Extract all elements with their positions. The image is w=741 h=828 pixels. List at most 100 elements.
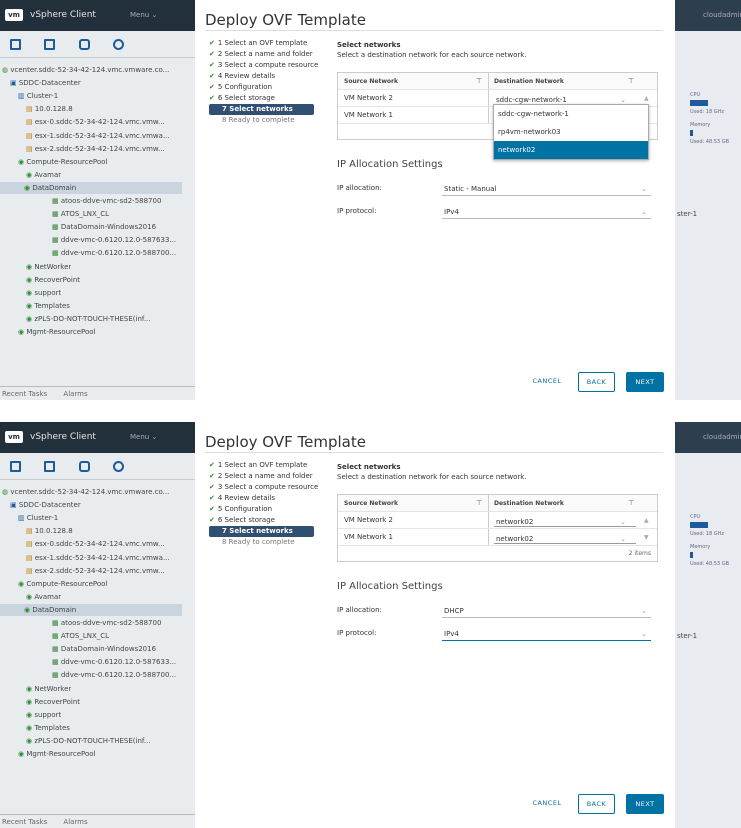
networking-icon[interactable] [113,461,124,472]
dropdown-option[interactable]: rp4vm-network03 [494,123,648,141]
back-button[interactable]: BACK [578,372,615,392]
tree-node[interactable]: ◉ RecoverPoint [26,274,80,286]
destination-network-header[interactable]: Destination Network [494,495,564,512]
scroll-down-icon[interactable]: ▼ [644,529,649,546]
tree-node[interactable]: ▤ esx-0.sddc-52-34-42-124.vmc.vmw... [26,538,165,550]
filter-icon[interactable]: ⊤ [628,73,634,90]
wizard-step-pending[interactable]: 8 Ready to complete [209,537,318,548]
wizard-step-done[interactable]: ✔ 6 Select storage [209,515,318,526]
tree-node[interactable]: ▦ DataDomain-Windows2016 [52,643,156,655]
dropdown-option[interactable]: sddc-cgw-network-1 [494,105,648,123]
tree-node[interactable]: ▤ esx-1.sddc-52-34-42-124.vmc.vmwa... [26,130,170,142]
tree-node[interactable]: ◉ Templates [26,722,70,734]
wizard-step-done[interactable]: ✔ 2 Select a name and folder [209,471,318,482]
wizard-step-done[interactable]: ✔ 5 Configuration [209,82,318,93]
cancel-button[interactable]: CANCEL [527,794,567,814]
dropdown-option[interactable]: network02 [494,141,648,159]
tree-node[interactable]: ▦ atoos-ddve-vmc-sd2-588700 [52,195,161,207]
wizard-step-done[interactable]: ✔ 3 Select a compute resource [209,60,318,71]
tree-node[interactable]: ▦ ddve-vmc-0.6120.12.0-587633... [52,234,176,246]
hosts-clusters-icon[interactable] [10,461,21,472]
table-row[interactable]: VM Network 2 network02 ⌄ ▲ [338,512,657,529]
tree-node[interactable]: ◍ vcenter.sddc-52-34-42-124.vmc.vmware.c… [2,486,169,498]
tree-node[interactable]: ◉ RecoverPoint [26,696,80,708]
tree-node[interactable]: ▦ DataDomain-Windows2016 [52,221,156,233]
tree-node[interactable]: ▦ ATOS_LNX_CL [52,630,109,642]
ip-protocol-select[interactable]: IPv4 ⌄ [442,627,651,641]
source-network-header[interactable]: Source Network [344,73,398,90]
cancel-button[interactable]: CANCEL [527,372,567,392]
back-button[interactable]: BACK [578,794,615,814]
ip-protocol-select[interactable]: IPv4 ⌄ [442,205,651,219]
wizard-step-pending[interactable]: 8 Ready to complete [209,115,318,126]
tree-node[interactable]: ▦ ATOS_LNX_CL [52,208,109,220]
filter-icon[interactable]: ⊤ [628,495,634,512]
menu-button[interactable]: Menu ⌄ [130,11,157,19]
recent-tasks-tab[interactable]: Recent Tasks [2,390,47,398]
tree-node[interactable]: ▤ 10.0.128.8 [26,103,73,115]
alarms-tab[interactable]: Alarms [63,390,87,398]
tree-node[interactable]: ◉ Compute-ResourcePool [18,578,107,590]
tree-node[interactable]: ▤ esx-0.sddc-52-34-42-124.vmc.vmw... [26,116,165,128]
wizard-step-done[interactable]: ✔ 3 Select a compute resource [209,482,318,493]
tree-node[interactable]: ◉ NetWorker [26,261,71,273]
tree-node[interactable]: ▥ Cluster-1 [18,90,58,102]
tree-node[interactable]: ▤ esx-2.sddc-52-34-42-124.vmc.vmw... [26,143,165,155]
tree-node[interactable]: ▣ SDDC-Datacenter [10,499,81,511]
tree-node[interactable]: ▣ SDDC-Datacenter [10,77,81,89]
wizard-step-current[interactable]: 7 Select networks [209,104,314,115]
tree-node[interactable]: ◉ Mgmt-ResourcePool [18,748,96,760]
vms-templates-icon[interactable] [44,461,55,472]
tree-node[interactable]: ▦ atoos-ddve-vmc-sd2-588700 [52,617,161,629]
destination-network-select[interactable]: network02 ⌄ [494,531,636,544]
tree-node[interactable]: ◉ Compute-ResourcePool [18,156,107,168]
tree-node[interactable]: ◉ zPLS-DO-NOT-TOUCH-THESE(inf... [26,735,151,747]
tree-node[interactable]: ◉ Avamar [26,169,61,181]
networking-icon[interactable] [113,39,124,50]
tree-node[interactable]: ▥ Cluster-1 [18,512,58,524]
destination-network-select[interactable]: network02 ⌄ [494,514,636,527]
tree-node[interactable]: ◉ support [26,709,61,721]
storage-icon[interactable] [79,39,90,50]
user-label[interactable]: cloudadmin [675,422,741,453]
destination-network-header[interactable]: Destination Network [494,73,564,90]
vms-templates-icon[interactable] [44,39,55,50]
wizard-step-done[interactable]: ✔ 1 Select an OVF template [209,460,318,471]
wizard-step-done[interactable]: ✔ 2 Select a name and folder [209,49,318,60]
user-label[interactable]: cloudadmin [675,0,741,31]
tree-node[interactable]: ◉ DataDomain [0,603,182,616]
source-network-header[interactable]: Source Network [344,495,398,512]
tree-node[interactable]: ◉ Avamar [26,591,61,603]
table-row[interactable]: VM Network 1 network02 ⌄ ▼ [338,529,657,546]
alarms-tab[interactable]: Alarms [63,818,87,826]
tree-node[interactable]: ▤ esx-2.sddc-52-34-42-124.vmc.vmw... [26,565,165,577]
wizard-step-done[interactable]: ✔ 6 Select storage [209,93,318,104]
tree-node[interactable]: ◉ zPLS-DO-NOT-TOUCH-THESE(inf... [26,313,151,325]
scroll-up-icon[interactable]: ▲ [644,512,649,529]
ip-allocation-select[interactable]: Static - Manual ⌄ [442,182,651,196]
tree-node[interactable]: ◉ Mgmt-ResourcePool [18,326,96,338]
wizard-step-current[interactable]: 7 Select networks [209,526,314,537]
tree-node[interactable]: ▦ ddve-vmc-0.6120.12.0-588700... [52,247,176,259]
menu-button[interactable]: Menu ⌄ [130,433,157,441]
wizard-step-done[interactable]: ✔ 1 Select an OVF template [209,38,318,49]
tree-node[interactable]: ◍ vcenter.sddc-52-34-42-124.vmc.vmware.c… [2,64,169,76]
tree-node[interactable]: ▤ 10.0.128.8 [26,525,73,537]
tree-node[interactable]: ▦ ddve-vmc-0.6120.12.0-588700... [52,669,176,681]
tree-node[interactable]: ◉ Templates [26,300,70,312]
next-button[interactable]: NEXT [626,794,664,814]
next-button[interactable]: NEXT [626,372,664,392]
wizard-step-done[interactable]: ✔ 4 Review details [209,71,318,82]
tree-node[interactable]: ◉ support [26,287,61,299]
tree-node[interactable]: ◉ NetWorker [26,683,71,695]
tree-node[interactable]: ◉ DataDomain [0,181,182,194]
hosts-clusters-icon[interactable] [10,39,21,50]
filter-icon[interactable]: ⊤ [476,495,482,512]
tree-node[interactable]: ▦ ddve-vmc-0.6120.12.0-587633... [52,656,176,668]
wizard-step-done[interactable]: ✔ 5 Configuration [209,504,318,515]
recent-tasks-tab[interactable]: Recent Tasks [2,818,47,826]
ip-allocation-select[interactable]: DHCP ⌄ [442,604,651,618]
storage-icon[interactable] [79,461,90,472]
filter-icon[interactable]: ⊤ [476,73,482,90]
wizard-step-done[interactable]: ✔ 4 Review details [209,493,318,504]
